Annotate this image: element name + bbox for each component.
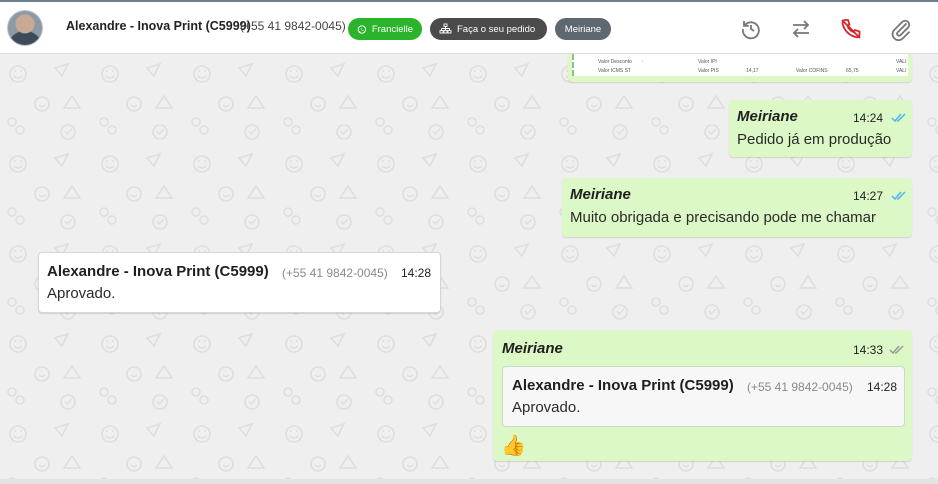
message-time: 14:24 xyxy=(853,111,884,125)
message-time: 14:33 xyxy=(853,343,884,357)
message-text: Muito obrigada e precisando pode me cham… xyxy=(570,209,877,226)
chat-header: Alexandre - Inova Print (C5999) (+55 41 … xyxy=(0,0,938,54)
message-sender: Meiriane xyxy=(737,108,798,125)
doc-text: Valor IPI xyxy=(698,59,717,65)
message-time: 14:27 xyxy=(853,189,884,203)
document-message-partial[interactable]: Valor Desconto : Valor IPI VALI Valor IC… xyxy=(568,54,912,82)
message-bubble-incoming[interactable]: Alexandre - Inova Print (C5999) (+55 41 … xyxy=(38,252,441,313)
user-tag[interactable]: Meiriane xyxy=(555,18,611,40)
doc-text: 14,17 xyxy=(746,68,759,74)
message-sender-phone: (+55 41 9842-0045) xyxy=(282,266,388,280)
doc-text: Valor ICMS ST xyxy=(598,68,631,74)
agent-tag-label: Francielle xyxy=(371,23,413,35)
message-text: Pedido já em produção xyxy=(737,131,892,148)
chat-bottom-divider xyxy=(0,479,938,484)
message-bubble-outgoing[interactable]: Meiriane 14:24 Pedido já em produção xyxy=(729,100,912,157)
message-sender: Alexandre - Inova Print (C5999) xyxy=(47,263,269,280)
quoted-message[interactable]: Alexandre - Inova Print (C5999) (+55 41 … xyxy=(502,366,905,427)
read-ticks-icon xyxy=(891,191,906,201)
sitemap-icon xyxy=(439,23,452,34)
message-bubble-outgoing[interactable]: Meiriane 14:27 Muito obrigada e precisan… xyxy=(562,178,912,237)
doc-text: Valor Desconto xyxy=(598,59,632,65)
user-tag-label: Meiriane xyxy=(564,23,602,35)
contact-name[interactable]: Alexandre - Inova Print (C5999) xyxy=(66,19,251,33)
document-preview: Valor Desconto : Valor IPI VALI Valor IC… xyxy=(572,54,908,76)
message-sender: Meiriane xyxy=(570,186,631,203)
contact-avatar[interactable] xyxy=(7,10,43,46)
doc-text: : xyxy=(642,59,644,65)
doc-text: 65,75 xyxy=(846,68,859,74)
chat-messages-area[interactable]: Valor Desconto : Valor IPI VALI Valor IC… xyxy=(0,54,938,484)
quoted-text: Aprovado. xyxy=(512,399,581,416)
read-ticks-icon xyxy=(891,113,906,123)
order-tag-label: Faça o seu pedido xyxy=(457,23,536,35)
delivered-ticks-icon xyxy=(889,345,904,355)
message-sender: Meiriane xyxy=(502,340,563,357)
message-text: Aprovado. xyxy=(47,285,116,302)
agent-tag[interactable]: Francielle xyxy=(348,18,422,40)
quoted-sender: Alexandre - Inova Print (C5999) xyxy=(512,377,734,394)
message-bubble-outgoing[interactable]: Meiriane 14:33 Alexandre - Inova Print (… xyxy=(493,330,912,461)
quoted-sender-phone: (+55 41 9842-0045) xyxy=(747,380,853,394)
quoted-time: 14:28 xyxy=(867,380,898,394)
end-call-icon[interactable] xyxy=(839,17,863,41)
history-icon[interactable] xyxy=(739,17,763,41)
whatsapp-icon xyxy=(357,24,367,34)
transfer-icon[interactable] xyxy=(789,17,813,41)
doc-text: Valor COFINS xyxy=(796,68,828,74)
attachment-icon[interactable] xyxy=(889,17,913,41)
doc-text: VALI xyxy=(896,59,907,65)
message-time: 14:28 xyxy=(401,266,432,280)
contact-phone: (+55 41 9842-0045) xyxy=(240,19,346,33)
doc-text: VALI xyxy=(896,68,907,74)
doc-text: Valor PIS xyxy=(698,68,719,74)
thumbs-up-emoji: 👍 xyxy=(501,435,526,457)
order-tag[interactable]: Faça o seu pedido xyxy=(430,18,547,40)
